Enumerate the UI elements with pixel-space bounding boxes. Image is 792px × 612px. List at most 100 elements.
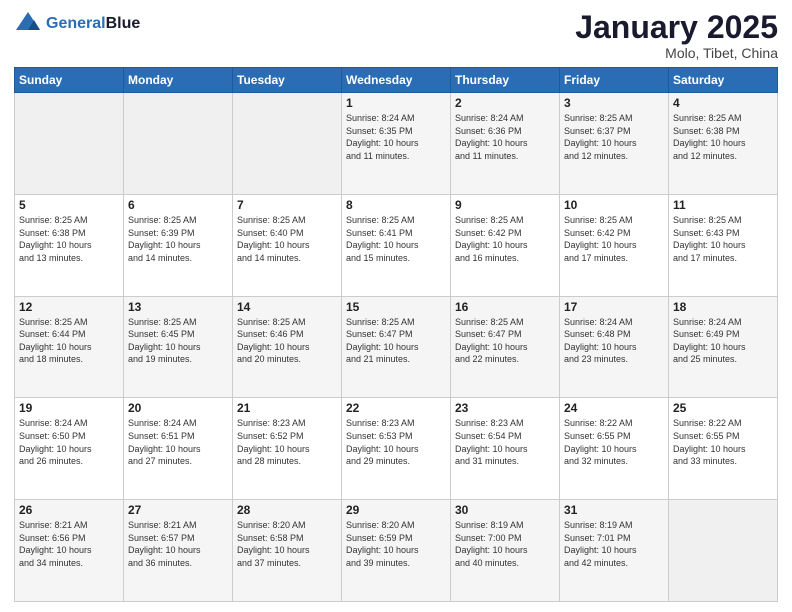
calendar-week-5: 26Sunrise: 8:21 AM Sunset: 6:56 PM Dayli… [15, 500, 778, 602]
day-info: Sunrise: 8:25 AM Sunset: 6:42 PM Dayligh… [455, 214, 555, 264]
calendar-header-row: Sunday Monday Tuesday Wednesday Thursday… [15, 68, 778, 93]
table-row [124, 93, 233, 195]
day-info: Sunrise: 8:25 AM Sunset: 6:47 PM Dayligh… [346, 316, 446, 366]
table-row: 20 Sunrise: 8:24 AM Sunset: 6:51 PM Dayli… [124, 398, 233, 500]
table-row: 6 Sunrise: 8:25 AM Sunset: 6:39 PM Daylig… [124, 194, 233, 296]
col-thursday: Thursday [451, 68, 560, 93]
main-title: January 2025 [575, 10, 778, 45]
day-info: Sunrise: 8:25 AM Sunset: 6:38 PM Dayligh… [19, 214, 119, 264]
day-number: 26 [19, 503, 119, 517]
day-info: Sunrise: 8:22 AM Sunset: 6:55 PM Dayligh… [673, 417, 773, 467]
table-row: 1 Sunrise: 8:24 AM Sunset: 6:35 PM Daylig… [342, 93, 451, 195]
logo: GeneralBlue [14, 10, 140, 38]
day-info: Sunrise: 8:23 AM Sunset: 6:53 PM Dayligh… [346, 417, 446, 467]
day-info: Sunrise: 8:24 AM Sunset: 6:49 PM Dayligh… [673, 316, 773, 366]
logo-text: GeneralBlue [46, 15, 140, 33]
table-row: 4 Sunrise: 8:25 AM Sunset: 6:38 PM Daylig… [669, 93, 778, 195]
table-row: 25 Sunrise: 8:22 AM Sunset: 6:55 PM Dayli… [669, 398, 778, 500]
logo-icon [14, 10, 42, 38]
day-number: 4 [673, 96, 773, 110]
day-info: Sunrise: 8:24 AM Sunset: 6:50 PM Dayligh… [19, 417, 119, 467]
day-info: Sunrise: 8:21 AM Sunset: 6:57 PM Dayligh… [128, 519, 228, 569]
table-row: 18 Sunrise: 8:24 AM Sunset: 6:49 PM Dayli… [669, 296, 778, 398]
day-number: 6 [128, 198, 228, 212]
day-number: 30 [455, 503, 555, 517]
day-info: Sunrise: 8:20 AM Sunset: 6:59 PM Dayligh… [346, 519, 446, 569]
table-row [15, 93, 124, 195]
day-info: Sunrise: 8:19 AM Sunset: 7:00 PM Dayligh… [455, 519, 555, 569]
day-number: 29 [346, 503, 446, 517]
table-row: 29 Sunrise: 8:20 AM Sunset: 6:59 PM Dayli… [342, 500, 451, 602]
day-number: 11 [673, 198, 773, 212]
day-info: Sunrise: 8:25 AM Sunset: 6:46 PM Dayligh… [237, 316, 337, 366]
table-row: 21Sunrise: 8:23 AM Sunset: 6:52 PM Dayli… [233, 398, 342, 500]
day-number: 10 [564, 198, 664, 212]
table-row: 30 Sunrise: 8:19 AM Sunset: 7:00 PM Dayli… [451, 500, 560, 602]
day-info: Sunrise: 8:25 AM Sunset: 6:37 PM Dayligh… [564, 112, 664, 162]
day-info: Sunrise: 8:24 AM Sunset: 6:48 PM Dayligh… [564, 316, 664, 366]
day-number: 5 [19, 198, 119, 212]
calendar-week-2: 5 Sunrise: 8:25 AM Sunset: 6:38 PM Daylig… [15, 194, 778, 296]
day-info: Sunrise: 8:25 AM Sunset: 6:44 PM Dayligh… [19, 316, 119, 366]
day-number: 17 [564, 300, 664, 314]
day-info: Sunrise: 8:25 AM Sunset: 6:47 PM Dayligh… [455, 316, 555, 366]
table-row: 31 Sunrise: 8:19 AM Sunset: 7:01 PM Dayli… [560, 500, 669, 602]
day-info: Sunrise: 8:19 AM Sunset: 7:01 PM Dayligh… [564, 519, 664, 569]
table-row: 12Sunrise: 8:25 AM Sunset: 6:44 PM Dayli… [15, 296, 124, 398]
day-info: Sunrise: 8:25 AM Sunset: 6:45 PM Dayligh… [128, 316, 228, 366]
day-info: Sunrise: 8:23 AM Sunset: 6:52 PM Dayligh… [237, 417, 337, 467]
day-number: 24 [564, 401, 664, 415]
table-row: 23 Sunrise: 8:23 AM Sunset: 6:54 PM Dayli… [451, 398, 560, 500]
day-number: 14 [237, 300, 337, 314]
day-number: 23 [455, 401, 555, 415]
calendar-table: Sunday Monday Tuesday Wednesday Thursday… [14, 67, 778, 602]
day-number: 20 [128, 401, 228, 415]
day-number: 19 [19, 401, 119, 415]
day-info: Sunrise: 8:25 AM Sunset: 6:40 PM Dayligh… [237, 214, 337, 264]
day-number: 18 [673, 300, 773, 314]
table-row: 19 Sunrise: 8:24 AM Sunset: 6:50 PM Dayli… [15, 398, 124, 500]
table-row: 5 Sunrise: 8:25 AM Sunset: 6:38 PM Daylig… [15, 194, 124, 296]
table-row: 24Sunrise: 8:22 AM Sunset: 6:55 PM Dayli… [560, 398, 669, 500]
col-saturday: Saturday [669, 68, 778, 93]
calendar-week-4: 19 Sunrise: 8:24 AM Sunset: 6:50 PM Dayli… [15, 398, 778, 500]
page: GeneralBlue January 2025 Molo, Tibet, Ch… [0, 0, 792, 612]
table-row: 10 Sunrise: 8:25 AM Sunset: 6:42 PM Dayli… [560, 194, 669, 296]
table-row: 15Sunrise: 8:25 AM Sunset: 6:47 PM Dayli… [342, 296, 451, 398]
table-row [669, 500, 778, 602]
day-info: Sunrise: 8:24 AM Sunset: 6:35 PM Dayligh… [346, 112, 446, 162]
calendar-week-1: 1 Sunrise: 8:24 AM Sunset: 6:35 PM Daylig… [15, 93, 778, 195]
day-number: 25 [673, 401, 773, 415]
day-info: Sunrise: 8:25 AM Sunset: 6:43 PM Dayligh… [673, 214, 773, 264]
day-number: 22 [346, 401, 446, 415]
day-info: Sunrise: 8:23 AM Sunset: 6:54 PM Dayligh… [455, 417, 555, 467]
table-row: 27Sunrise: 8:21 AM Sunset: 6:57 PM Dayli… [124, 500, 233, 602]
col-sunday: Sunday [15, 68, 124, 93]
day-number: 13 [128, 300, 228, 314]
table-row: 16 Sunrise: 8:25 AM Sunset: 6:47 PM Dayli… [451, 296, 560, 398]
table-row: 9 Sunrise: 8:25 AM Sunset: 6:42 PM Daylig… [451, 194, 560, 296]
table-row: 22 Sunrise: 8:23 AM Sunset: 6:53 PM Dayli… [342, 398, 451, 500]
day-number: 28 [237, 503, 337, 517]
day-info: Sunrise: 8:24 AM Sunset: 6:51 PM Dayligh… [128, 417, 228, 467]
col-friday: Friday [560, 68, 669, 93]
table-row [233, 93, 342, 195]
day-info: Sunrise: 8:24 AM Sunset: 6:36 PM Dayligh… [455, 112, 555, 162]
table-row: 14 Sunrise: 8:25 AM Sunset: 6:46 PM Dayli… [233, 296, 342, 398]
day-number: 1 [346, 96, 446, 110]
table-row: 11 Sunrise: 8:25 AM Sunset: 6:43 PM Dayli… [669, 194, 778, 296]
day-number: 31 [564, 503, 664, 517]
day-info: Sunrise: 8:25 AM Sunset: 6:38 PM Dayligh… [673, 112, 773, 162]
day-number: 9 [455, 198, 555, 212]
table-row: 7 Sunrise: 8:25 AM Sunset: 6:40 PM Daylig… [233, 194, 342, 296]
day-info: Sunrise: 8:25 AM Sunset: 6:39 PM Dayligh… [128, 214, 228, 264]
day-number: 8 [346, 198, 446, 212]
table-row: 8Sunrise: 8:25 AM Sunset: 6:41 PM Daylig… [342, 194, 451, 296]
col-monday: Monday [124, 68, 233, 93]
table-row: 28Sunrise: 8:20 AM Sunset: 6:58 PM Dayli… [233, 500, 342, 602]
day-number: 7 [237, 198, 337, 212]
day-info: Sunrise: 8:25 AM Sunset: 6:42 PM Dayligh… [564, 214, 664, 264]
title-block: January 2025 Molo, Tibet, China [575, 10, 778, 61]
day-number: 16 [455, 300, 555, 314]
header: GeneralBlue January 2025 Molo, Tibet, Ch… [14, 10, 778, 61]
